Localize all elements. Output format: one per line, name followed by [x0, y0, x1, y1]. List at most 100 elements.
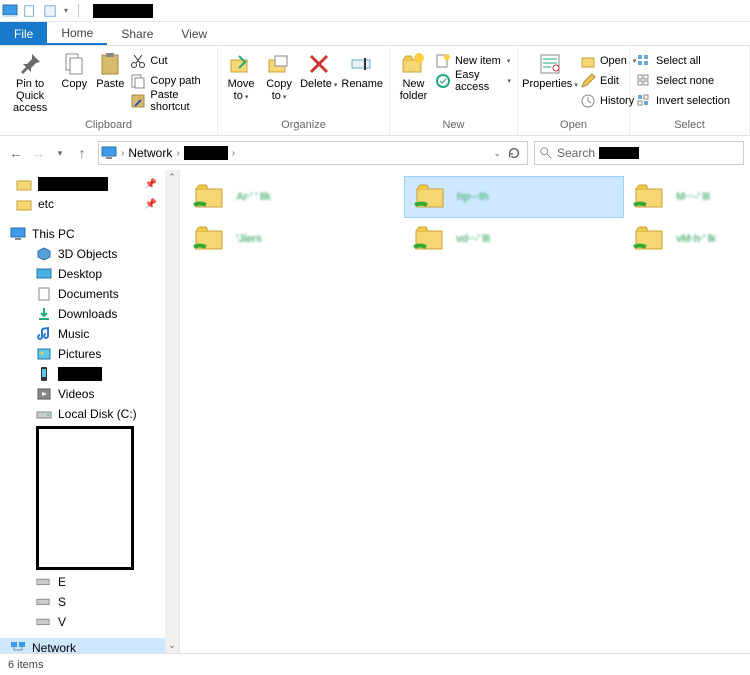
- tab-home[interactable]: Home: [47, 22, 107, 45]
- tree-item-etc[interactable]: etc 📌: [0, 194, 179, 214]
- chevron-down-icon: ▾: [334, 82, 338, 89]
- tree-scrollbar[interactable]: ⌃ ⌄: [165, 170, 179, 653]
- downloads-icon: [36, 306, 52, 322]
- pin-to-quick-access-button[interactable]: Pin to Quick access: [6, 48, 54, 114]
- scroll-down-icon[interactable]: ⌄: [166, 638, 178, 653]
- window-title-redacted: [93, 4, 153, 18]
- qat-item-icon[interactable]: [42, 3, 58, 19]
- paste-button[interactable]: Paste: [94, 48, 126, 90]
- tree-item-this-pc[interactable]: This PC: [0, 224, 179, 244]
- edit-button[interactable]: Edit: [580, 72, 636, 90]
- chevron-down-icon: ▾: [245, 94, 249, 101]
- tree-item-pictures[interactable]: Pictures: [0, 344, 179, 364]
- tree-item-documents[interactable]: Documents: [0, 284, 179, 304]
- tree-label-redacted: [58, 367, 102, 381]
- qat-dropdown-icon[interactable]: ▾: [64, 6, 68, 15]
- ribbon-group-organize: Move to▾ Copy to▾ Delete▾ Rename Organiz…: [218, 46, 390, 135]
- tree-item-device[interactable]: [0, 364, 179, 384]
- refresh-button[interactable]: [507, 146, 521, 160]
- pin-icon: 📌: [145, 179, 157, 190]
- select-all-button[interactable]: Select all: [636, 52, 730, 70]
- search-placeholder: Search: [557, 146, 595, 160]
- file-tile[interactable]: 'Jiers: [184, 218, 404, 260]
- desktop-icon: [36, 266, 52, 282]
- scroll-up-icon[interactable]: ⌃: [166, 170, 178, 185]
- file-tile[interactable]: vM·h·' lk: [624, 218, 734, 260]
- paste-icon: [98, 52, 122, 76]
- copy-button[interactable]: Copy: [58, 48, 90, 90]
- tree-item-3d-objects[interactable]: 3D Objects: [0, 244, 179, 264]
- history-dropdown[interactable]: ▾: [50, 143, 70, 163]
- copy-icon: [62, 52, 86, 76]
- tab-view[interactable]: View: [167, 22, 221, 45]
- select-none-button[interactable]: Select none: [636, 72, 730, 90]
- move-to-button[interactable]: Move to▾: [224, 48, 258, 104]
- qat-item-icon[interactable]: [22, 3, 38, 19]
- move-to-icon: [229, 52, 253, 76]
- invert-selection-button[interactable]: Invert selection: [636, 92, 730, 110]
- delete-icon: [307, 52, 331, 76]
- file-label: hp·-·th: [457, 191, 488, 203]
- tree-item-downloads[interactable]: Downloads: [0, 304, 179, 324]
- search-input[interactable]: Search: [534, 141, 744, 165]
- folder-icon: [16, 196, 32, 212]
- tree-item[interactable]: E: [0, 572, 179, 592]
- copy-to-button[interactable]: Copy to▾: [262, 48, 296, 104]
- rename-button[interactable]: Rename: [341, 48, 383, 90]
- tree-item[interactable]: S: [0, 592, 179, 612]
- history-button[interactable]: History: [580, 92, 636, 110]
- file-tile[interactable]: Ar·' ' lIk: [184, 176, 404, 218]
- tree-item-network[interactable]: Network: [0, 638, 179, 653]
- navigation-tree[interactable]: 📌 etc 📌 This PC 3D Objects Desktop Docum…: [0, 170, 180, 653]
- ribbon-group-open: Properties▾ Open▾ Edit History Open: [518, 46, 630, 135]
- new-item-button[interactable]: New item▾: [435, 52, 511, 70]
- file-tile[interactable]: hp·-·th: [404, 176, 624, 218]
- tree-label-redacted: [38, 177, 108, 191]
- edit-icon: [580, 73, 596, 89]
- divider: [78, 4, 79, 18]
- address-bar[interactable]: › Network › › ⌄: [98, 141, 528, 165]
- forward-button[interactable]: →: [28, 143, 48, 163]
- copy-path-icon: [130, 73, 146, 89]
- tree-item-videos[interactable]: Videos: [0, 384, 179, 404]
- tree-item-desktop[interactable]: Desktop: [0, 264, 179, 284]
- copy-label: Copy: [61, 78, 87, 90]
- breadcrumb-network[interactable]: Network: [128, 146, 172, 160]
- drive-icon: [36, 614, 52, 630]
- paste-shortcut-button[interactable]: Paste shortcut: [130, 92, 211, 110]
- scissors-icon: [130, 53, 146, 69]
- back-button[interactable]: ←: [6, 143, 26, 163]
- tree-item[interactable]: 📌: [0, 174, 179, 194]
- cut-button[interactable]: Cut: [130, 52, 211, 70]
- delete-button[interactable]: Delete▾: [300, 48, 337, 92]
- tab-file[interactable]: File: [0, 22, 47, 45]
- easy-access-button[interactable]: Easy access▾: [435, 72, 511, 90]
- 3d-objects-icon: [36, 246, 52, 262]
- new-folder-button[interactable]: New folder: [396, 48, 431, 102]
- tab-share[interactable]: Share: [107, 22, 167, 45]
- shared-folder-icon: [412, 225, 448, 253]
- music-icon: [36, 326, 52, 342]
- tree-item-music[interactable]: Music: [0, 324, 179, 344]
- file-tile[interactable]: vd··-' lII: [404, 218, 624, 260]
- chevron-down-icon: ▾: [507, 77, 511, 85]
- file-label: vd··-' lII: [456, 233, 490, 245]
- new-folder-icon: [401, 52, 425, 76]
- videos-icon: [36, 386, 52, 402]
- copy-path-button[interactable]: Copy path: [130, 72, 211, 90]
- file-tile[interactable]: M···-' lIl: [624, 176, 734, 218]
- folder-icon: [16, 176, 32, 192]
- tree-item-local-disk[interactable]: Local Disk (C:): [0, 404, 179, 424]
- tree-item[interactable]: V: [0, 612, 179, 632]
- address-dropdown-icon[interactable]: ⌄: [493, 148, 501, 159]
- group-label: Open: [524, 117, 623, 135]
- documents-icon: [36, 286, 52, 302]
- breadcrumb-redacted[interactable]: [184, 146, 228, 160]
- up-button[interactable]: ↑: [72, 143, 92, 163]
- open-button[interactable]: Open▾: [580, 52, 636, 70]
- pc-icon: [101, 145, 117, 161]
- explorer-icon: [2, 3, 18, 19]
- content-pane[interactable]: Ar·' ' lIk hp·-·th M···-' lIl 'Jiers vd·…: [180, 170, 750, 653]
- quick-access-toolbar: ▾: [2, 3, 153, 19]
- properties-button[interactable]: Properties▾: [524, 48, 576, 92]
